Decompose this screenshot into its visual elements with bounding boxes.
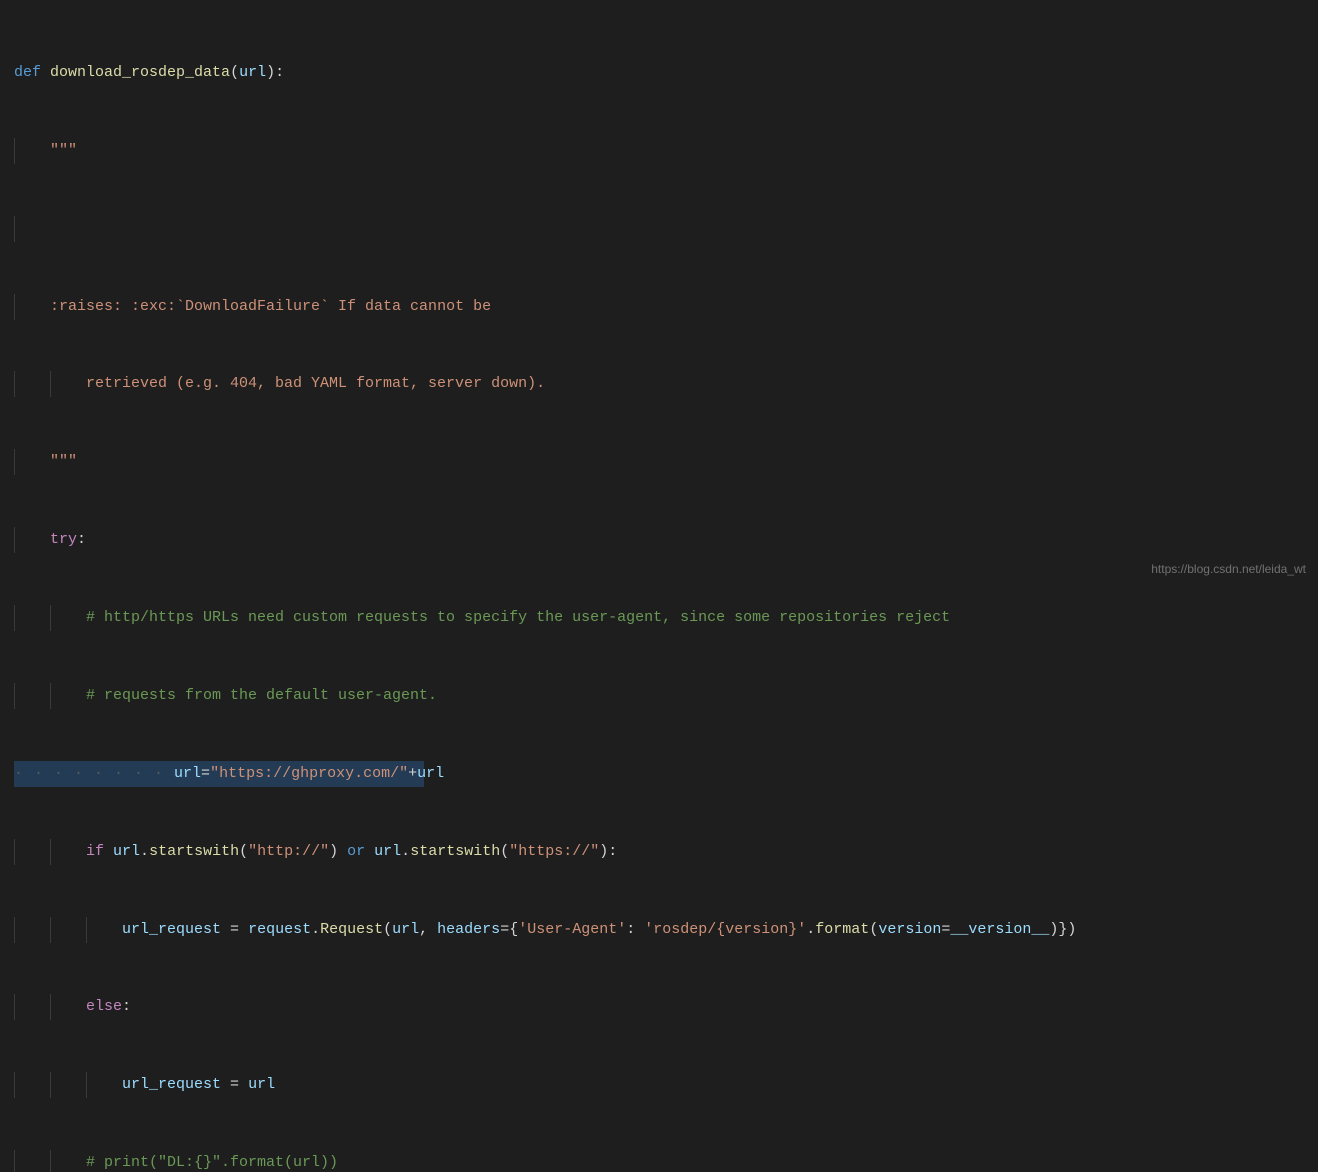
code-line[interactable]: # requests from the default user-agent. xyxy=(14,683,1318,709)
keyword-or: or xyxy=(347,843,365,860)
docstring-open: """ xyxy=(50,142,77,159)
code-line[interactable]: url_request = request.Request(url, heade… xyxy=(14,917,1318,943)
keyword-try: try xyxy=(50,531,77,548)
var-url-request: url_request xyxy=(122,921,221,938)
code-line[interactable]: url_request = url xyxy=(14,1072,1318,1098)
code-line[interactable]: :raises: :exc:`DownloadFailure` If data … xyxy=(14,294,1318,320)
code-line-highlighted[interactable]: · · · · · · · · url="https://ghproxy.com… xyxy=(14,761,1318,787)
docstring-line: retrieved (e.g. 404, bad YAML format, se… xyxy=(86,375,545,392)
code-line[interactable]: try: xyxy=(14,527,1318,553)
var-url: url xyxy=(417,765,444,782)
comment: # requests from the default user-agent. xyxy=(86,687,437,704)
string-ghproxy: "https://ghproxy.com/" xyxy=(210,765,408,782)
const-version: __version__ xyxy=(950,921,1049,938)
comment: # http/https URLs need custom requests t… xyxy=(86,609,950,626)
code-line[interactable]: if url.startswith("http://") or url.star… xyxy=(14,839,1318,865)
keyword-if: if xyxy=(86,843,104,860)
string-http: "http://" xyxy=(248,843,329,860)
var-url: url xyxy=(174,765,201,782)
code-line[interactable]: # http/https URLs need custom requests t… xyxy=(14,605,1318,631)
code-line[interactable]: def download_rosdep_data(url): xyxy=(14,60,1318,86)
class-request: Request xyxy=(320,921,383,938)
docstring-line: :raises: :exc:`DownloadFailure` If data … xyxy=(50,298,491,315)
param-url: url xyxy=(239,64,266,81)
watermark-text: https://blog.csdn.net/leida_wt xyxy=(1151,559,1306,580)
code-line[interactable]: """ xyxy=(14,138,1318,164)
kwarg-headers: headers xyxy=(437,921,500,938)
code-line[interactable] xyxy=(14,216,1318,242)
keyword-else: else xyxy=(86,998,122,1015)
method-startswith: startswith xyxy=(149,843,239,860)
comment-disabled-print: # print("DL:{}".format(url)) xyxy=(86,1154,338,1171)
code-editor[interactable]: def download_rosdep_data(url): """ :rais… xyxy=(0,0,1318,1172)
code-line[interactable]: """ xyxy=(14,449,1318,475)
string-https: "https://" xyxy=(509,843,599,860)
whitespace-dots: · · · · · · · · xyxy=(14,765,174,782)
code-line[interactable]: retrieved (e.g. 404, bad YAML format, se… xyxy=(14,371,1318,397)
docstring-close: """ xyxy=(50,453,77,470)
keyword-def: def xyxy=(14,64,41,81)
code-line[interactable]: else: xyxy=(14,994,1318,1020)
code-line[interactable]: # print("DL:{}".format(url)) xyxy=(14,1150,1318,1172)
function-name: download_rosdep_data xyxy=(50,64,230,81)
